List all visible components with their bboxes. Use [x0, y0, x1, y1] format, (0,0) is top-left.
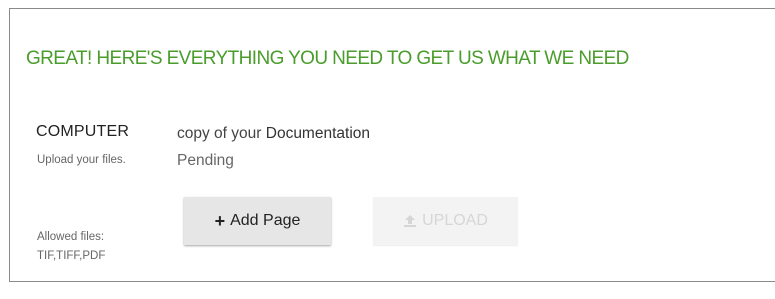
allowed-files-label: Allowed files: [37, 231, 105, 243]
upload-icon [403, 214, 417, 228]
document-status: Pending [177, 152, 234, 169]
add-page-label: Add Page [230, 212, 301, 229]
add-page-button[interactable]: + Add Page [184, 197, 331, 245]
document-prefix: copy of your [177, 125, 262, 142]
upload-source-description: Upload your files. [37, 154, 126, 166]
plus-icon: + [214, 211, 226, 231]
upload-label: UPLOAD [422, 212, 488, 229]
upload-source-title: COMPUTER [36, 123, 130, 140]
allowed-files-types: TIF,TIFF,PDF [37, 250, 106, 262]
page-heading: GREAT! HERE'S EVERYTHING YOU NEED TO GET… [26, 48, 629, 69]
document-title: copy of your Documentation [177, 125, 370, 143]
upload-button[interactable]: UPLOAD [373, 197, 518, 245]
document-name: Documentation [265, 125, 371, 142]
